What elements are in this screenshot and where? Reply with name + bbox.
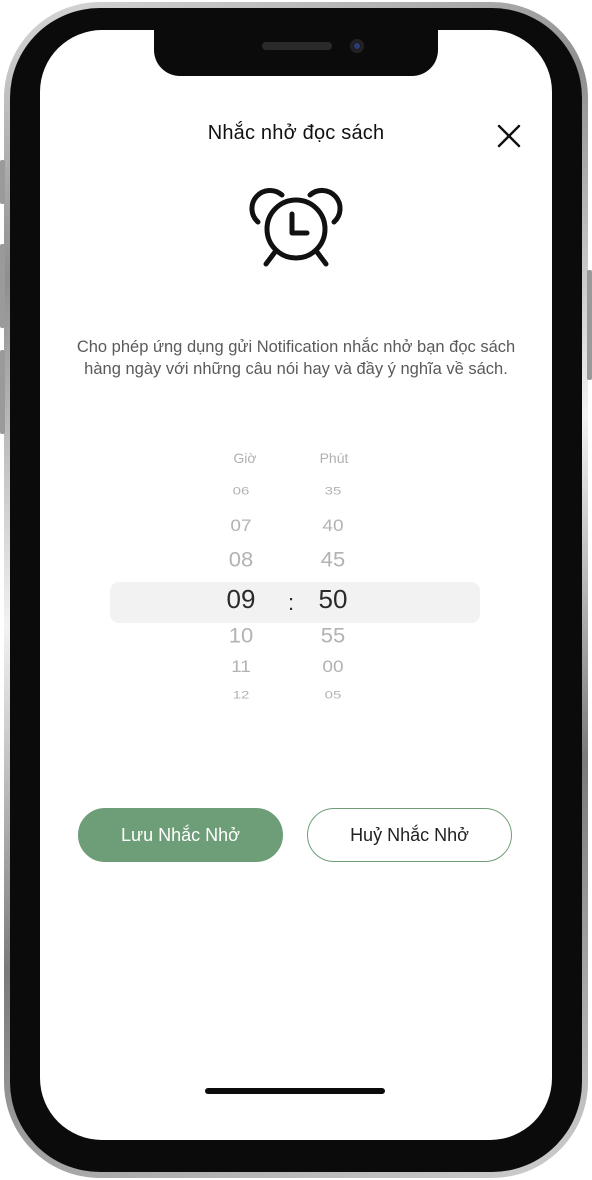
mute-switch bbox=[0, 160, 5, 204]
minute-option[interactable]: 55 bbox=[293, 625, 373, 646]
speaker-grille bbox=[262, 42, 332, 50]
minute-picker[interactable]: 35 40 45 50 55 00 05 bbox=[293, 482, 373, 712]
close-icon bbox=[497, 124, 521, 148]
volume-up-button bbox=[0, 244, 5, 328]
description-text: Cho phép ứng dụng gửi Notification nhắc … bbox=[76, 338, 516, 378]
minute-option[interactable]: 45 bbox=[293, 549, 373, 570]
notch bbox=[154, 30, 438, 76]
close-button[interactable] bbox=[496, 123, 522, 149]
hour-option[interactable]: 08 bbox=[201, 549, 281, 570]
volume-down-button bbox=[0, 350, 5, 434]
front-camera bbox=[350, 39, 364, 53]
screen: Nhắc nhở đọc sách Cho phép ứng dụng gửi … bbox=[40, 30, 552, 1140]
home-indicator bbox=[205, 1088, 385, 1094]
hour-option[interactable]: 11 bbox=[201, 659, 281, 675]
hour-option[interactable]: 10 bbox=[201, 625, 281, 646]
minute-option[interactable]: 05 bbox=[293, 690, 373, 701]
minute-option[interactable]: 50 bbox=[293, 586, 373, 612]
power-button bbox=[587, 270, 592, 380]
hour-picker[interactable]: 06 07 08 09 10 11 12 bbox=[201, 482, 281, 712]
hour-option[interactable]: 07 bbox=[201, 518, 281, 534]
hour-option[interactable]: 12 bbox=[201, 690, 281, 701]
minute-option[interactable]: 35 bbox=[293, 486, 373, 497]
minute-option[interactable]: 00 bbox=[293, 659, 373, 675]
minute-column-label: Phút bbox=[319, 450, 349, 466]
save-reminder-button[interactable]: Lưu Nhắc Nhở bbox=[78, 808, 283, 862]
hour-column-label: Giờ bbox=[233, 450, 257, 466]
minute-option[interactable]: 40 bbox=[293, 518, 373, 534]
alarm-clock-icon bbox=[249, 187, 343, 267]
picker-headers: Giờ Phút bbox=[40, 450, 552, 470]
cancel-reminder-button[interactable]: Huỷ Nhắc Nhở bbox=[307, 808, 512, 862]
hour-option[interactable]: 06 bbox=[201, 486, 281, 497]
hour-option[interactable]: 09 bbox=[201, 586, 281, 612]
page-title: Nhắc nhở đọc sách bbox=[207, 122, 385, 144]
